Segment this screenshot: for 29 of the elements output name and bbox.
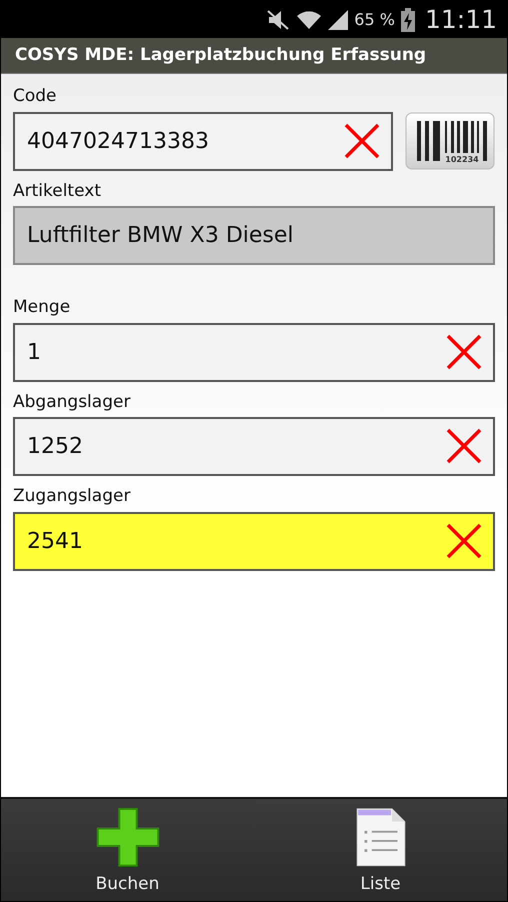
input-field[interactable]: 1252	[13, 417, 495, 476]
signal-icon	[328, 10, 348, 30]
clear-icon	[445, 522, 483, 560]
field-label: Code	[13, 85, 57, 108]
wifi-icon	[296, 8, 322, 30]
input-field[interactable]: 2541	[13, 512, 495, 570]
clear-icon	[445, 427, 483, 465]
field-label: Menge	[13, 296, 70, 319]
input-field[interactable]: 1	[13, 322, 495, 382]
input-field[interactable]: 4047024713383	[13, 112, 393, 170]
field-label: Abgangslager	[13, 390, 130, 414]
clear-button[interactable]	[343, 122, 381, 160]
clear-button[interactable]	[445, 332, 483, 370]
clear-icon	[445, 332, 483, 370]
battery-percent: 65 %	[354, 8, 395, 30]
add-button[interactable]: Buchen	[1, 799, 254, 901]
battery-charging-icon	[400, 8, 415, 32]
clear-button[interactable]	[445, 427, 483, 465]
field-label: Artikeltext	[13, 180, 101, 202]
mute-icon	[266, 10, 290, 30]
clock: 11:11	[424, 4, 497, 36]
clear-icon	[343, 122, 381, 160]
barcode-scan-button[interactable]: 102234	[405, 112, 495, 170]
list-button[interactable]: Liste	[254, 799, 507, 901]
field-label: Zugangslager	[13, 485, 130, 508]
plus-icon	[94, 807, 160, 868]
clear-button[interactable]	[445, 522, 483, 560]
window-title: COSYS MDE: Lagerplatzbuchung Erfassung	[15, 44, 426, 67]
read-only-field: Luftfilter BMW X3 Diesel	[13, 206, 495, 265]
